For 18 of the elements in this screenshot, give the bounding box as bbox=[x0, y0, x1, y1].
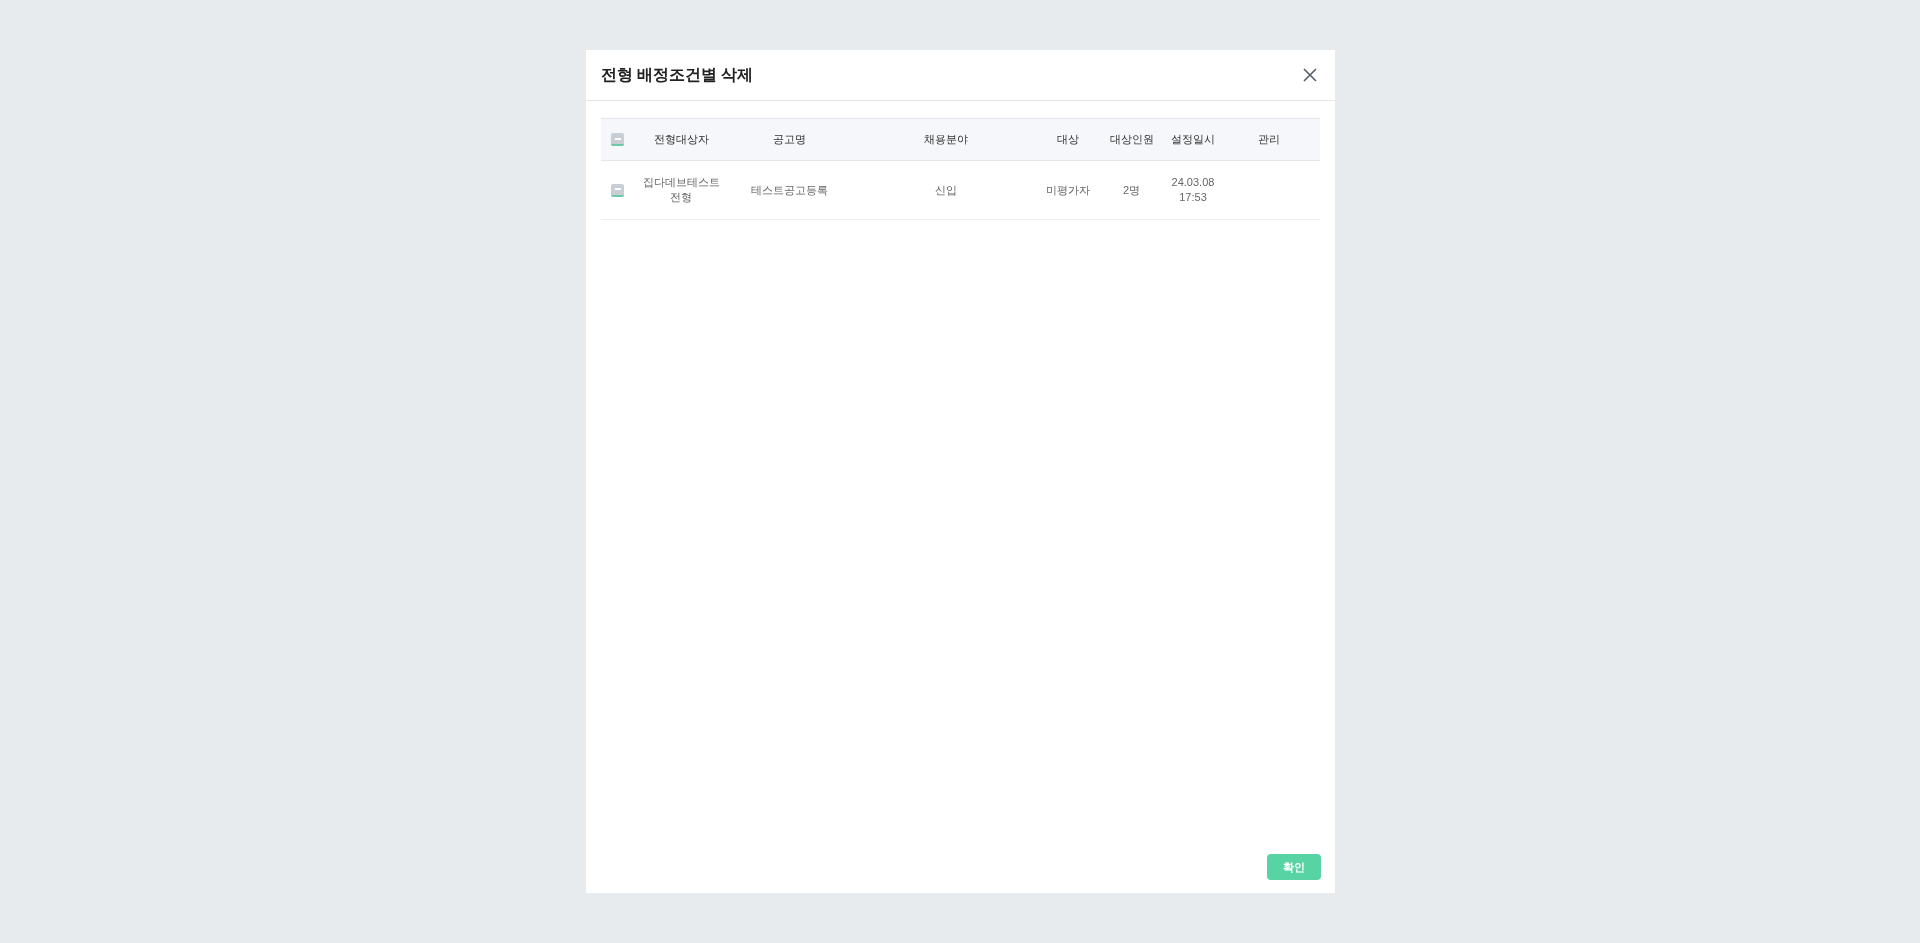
checkbox[interactable] bbox=[611, 183, 624, 197]
close-icon[interactable] bbox=[1302, 68, 1317, 82]
table-cell: 신입 bbox=[934, 182, 957, 198]
table-cell-text: 24.03.08 17:53 bbox=[1170, 175, 1216, 205]
column-header: 대상인원 bbox=[1109, 132, 1154, 148]
column-header: 공고명 bbox=[772, 132, 806, 148]
column-header: 채용분야 bbox=[923, 132, 968, 148]
confirm-button[interactable]: 확인 bbox=[1266, 854, 1321, 880]
column-header: 전형대상자 bbox=[653, 132, 709, 148]
column-header: 관리 bbox=[1258, 132, 1280, 148]
table-cell: 2명 bbox=[1122, 182, 1141, 198]
column-header: 대상 bbox=[1057, 132, 1079, 148]
table-cell: 미평가자 bbox=[1046, 182, 1090, 198]
column-header: 설정일시 bbox=[1171, 132, 1215, 148]
dialog-title: 전형 배정조건별 삭제 bbox=[600, 65, 754, 85]
checkbox[interactable] bbox=[611, 133, 624, 146]
table-cell: 집다데브테스트전형 bbox=[641, 175, 721, 205]
table-cell: 테스트공고등록 bbox=[750, 182, 828, 198]
